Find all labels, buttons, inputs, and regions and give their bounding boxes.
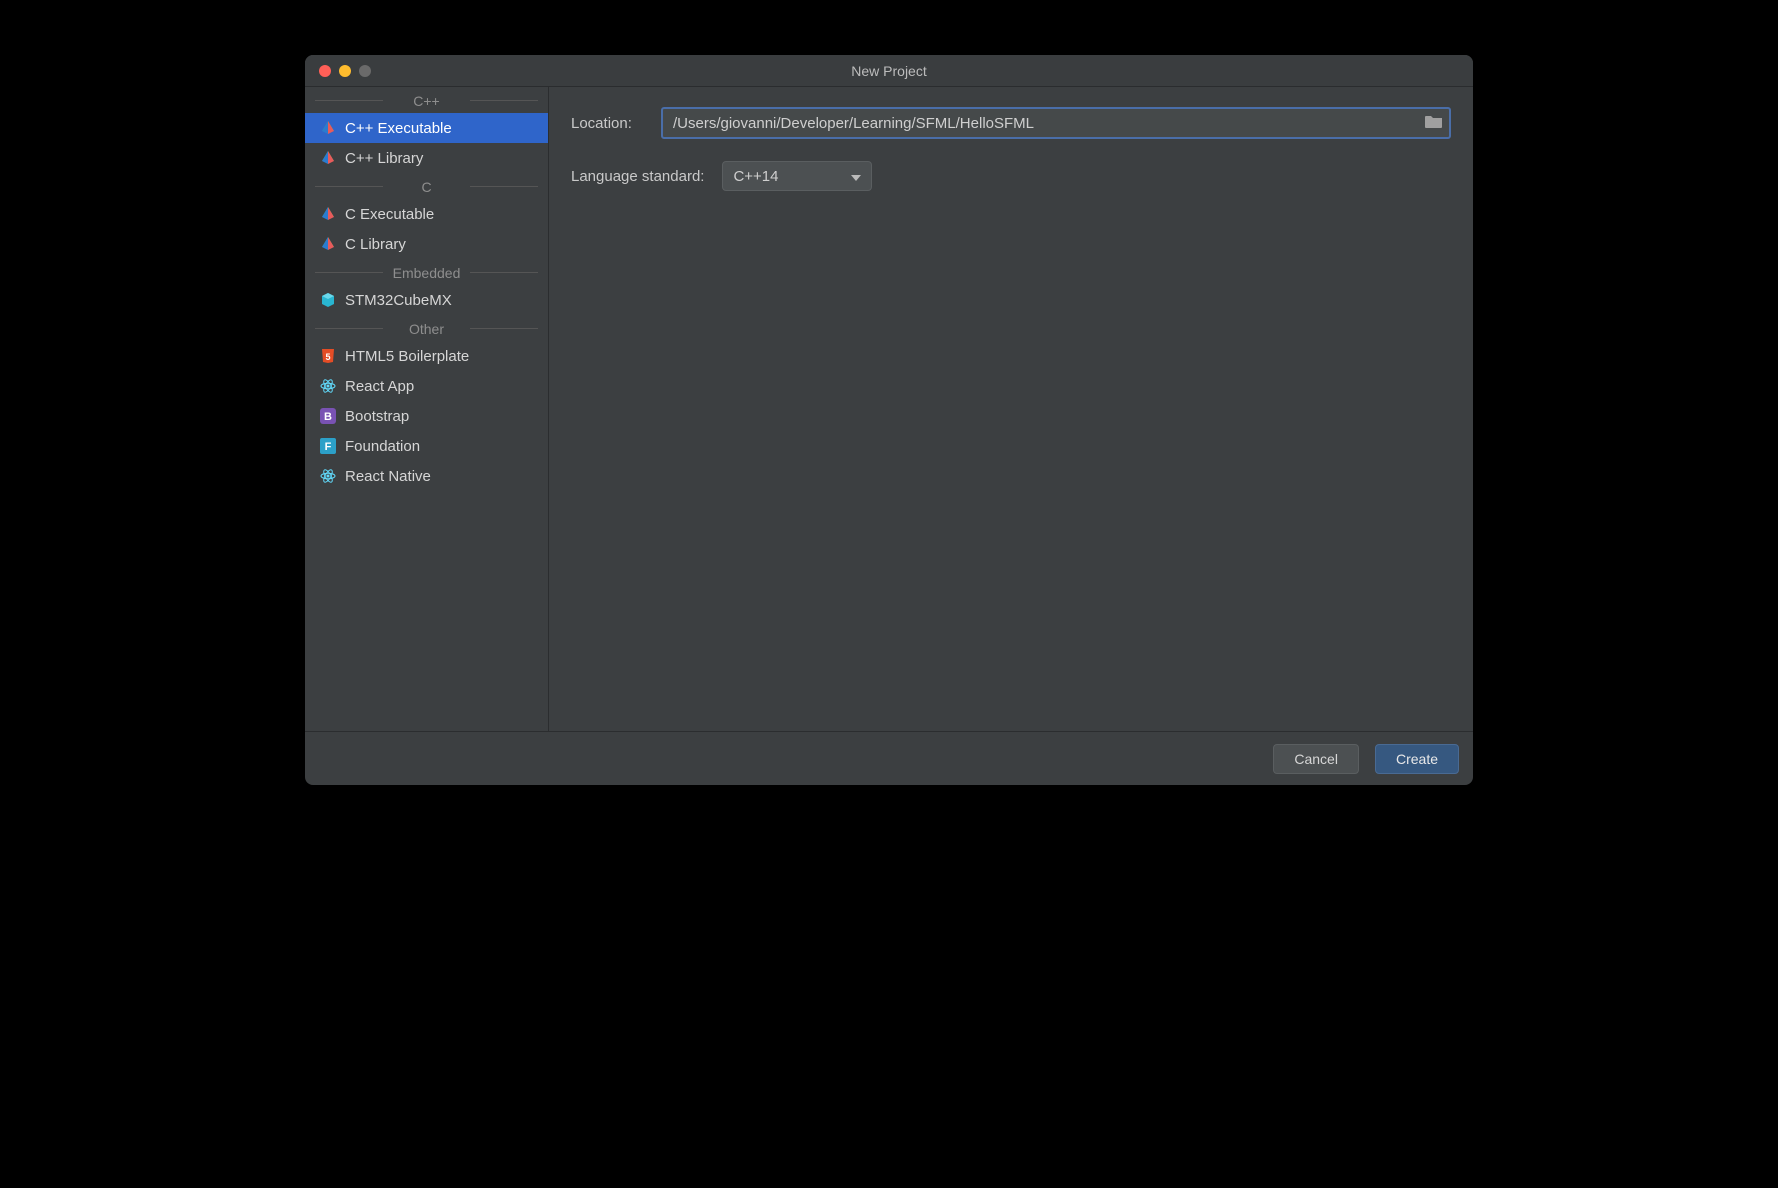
location-input[interactable] — [673, 115, 1419, 132]
svg-text:F: F — [325, 441, 332, 453]
cube-icon — [319, 291, 337, 309]
react-icon — [319, 377, 337, 395]
react-icon — [319, 467, 337, 485]
sidebar-item-c-executable[interactable]: C Executable — [305, 199, 548, 229]
language-standard-value: C++14 — [733, 168, 778, 185]
clion-icon — [319, 235, 337, 253]
titlebar: New Project — [305, 55, 1473, 87]
svg-text:5: 5 — [325, 352, 330, 362]
project-type-sidebar: C++ C++ Executable C++ Library C C Executabl… — [305, 87, 549, 731]
sidebar-item-label: C++ Executable — [345, 120, 452, 137]
sidebar-item-html5-boilerplate[interactable]: 5 HTML5 Boilerplate — [305, 341, 548, 371]
sidebar-section-header: C++ — [305, 87, 548, 113]
sidebar-item-label: React Native — [345, 468, 431, 485]
sidebar-item-label: STM32CubeMX — [345, 292, 452, 309]
foundation-icon: F — [319, 437, 337, 455]
sidebar-item-label: Bootstrap — [345, 408, 409, 425]
chevron-down-icon — [851, 168, 861, 185]
window-title: New Project — [305, 63, 1473, 79]
close-window-button[interactable] — [319, 65, 331, 77]
window-controls — [305, 65, 371, 77]
language-standard-row: Language standard: C++14 — [571, 161, 1451, 191]
location-label: Location: — [571, 115, 643, 132]
cancel-button[interactable]: Cancel — [1273, 744, 1359, 774]
minimize-window-button[interactable] — [339, 65, 351, 77]
create-button[interactable]: Create — [1375, 744, 1459, 774]
language-standard-select[interactable]: C++14 — [722, 161, 872, 191]
sidebar-item-label: C Executable — [345, 206, 434, 223]
sidebar-section-header: Other — [305, 315, 548, 341]
sidebar-item-label: HTML5 Boilerplate — [345, 348, 469, 365]
dialog-footer: Cancel Create — [305, 731, 1473, 785]
clion-icon — [319, 149, 337, 167]
clion-icon — [319, 205, 337, 223]
sidebar-item-label: C Library — [345, 236, 406, 253]
sidebar-item-label: Foundation — [345, 438, 420, 455]
sidebar-item-foundation[interactable]: F Foundation — [305, 431, 548, 461]
sidebar-item-react-native[interactable]: React Native — [305, 461, 548, 491]
location-row: Location: — [571, 107, 1451, 139]
html5-icon: 5 — [319, 347, 337, 365]
sidebar-item-stm32cubemx[interactable]: STM32CubeMX — [305, 285, 548, 315]
dialog-body: C++ C++ Executable C++ Library C C Executabl… — [305, 87, 1473, 731]
sidebar-section-header: Embedded — [305, 259, 548, 285]
svg-text:B: B — [324, 411, 332, 423]
sidebar-item-label: C++ Library — [345, 150, 423, 167]
sidebar-item-cpp-executable[interactable]: C++ Executable — [305, 113, 548, 143]
browse-folder-icon[interactable] — [1425, 114, 1443, 133]
form-panel: Location: Language standard: C++14 — [549, 87, 1473, 731]
location-field-wrap[interactable] — [661, 107, 1451, 139]
clion-icon — [319, 119, 337, 137]
language-standard-label: Language standard: — [571, 168, 704, 185]
sidebar-section-header: C — [305, 173, 548, 199]
sidebar-item-bootstrap[interactable]: B Bootstrap — [305, 401, 548, 431]
maximize-window-button[interactable] — [359, 65, 371, 77]
bootstrap-icon: B — [319, 407, 337, 425]
sidebar-item-c-library[interactable]: C Library — [305, 229, 548, 259]
new-project-dialog: New Project C++ C++ Executable C++ Library… — [305, 55, 1473, 785]
sidebar-item-label: React App — [345, 378, 414, 395]
sidebar-item-cpp-library[interactable]: C++ Library — [305, 143, 548, 173]
sidebar-item-react-app[interactable]: React App — [305, 371, 548, 401]
